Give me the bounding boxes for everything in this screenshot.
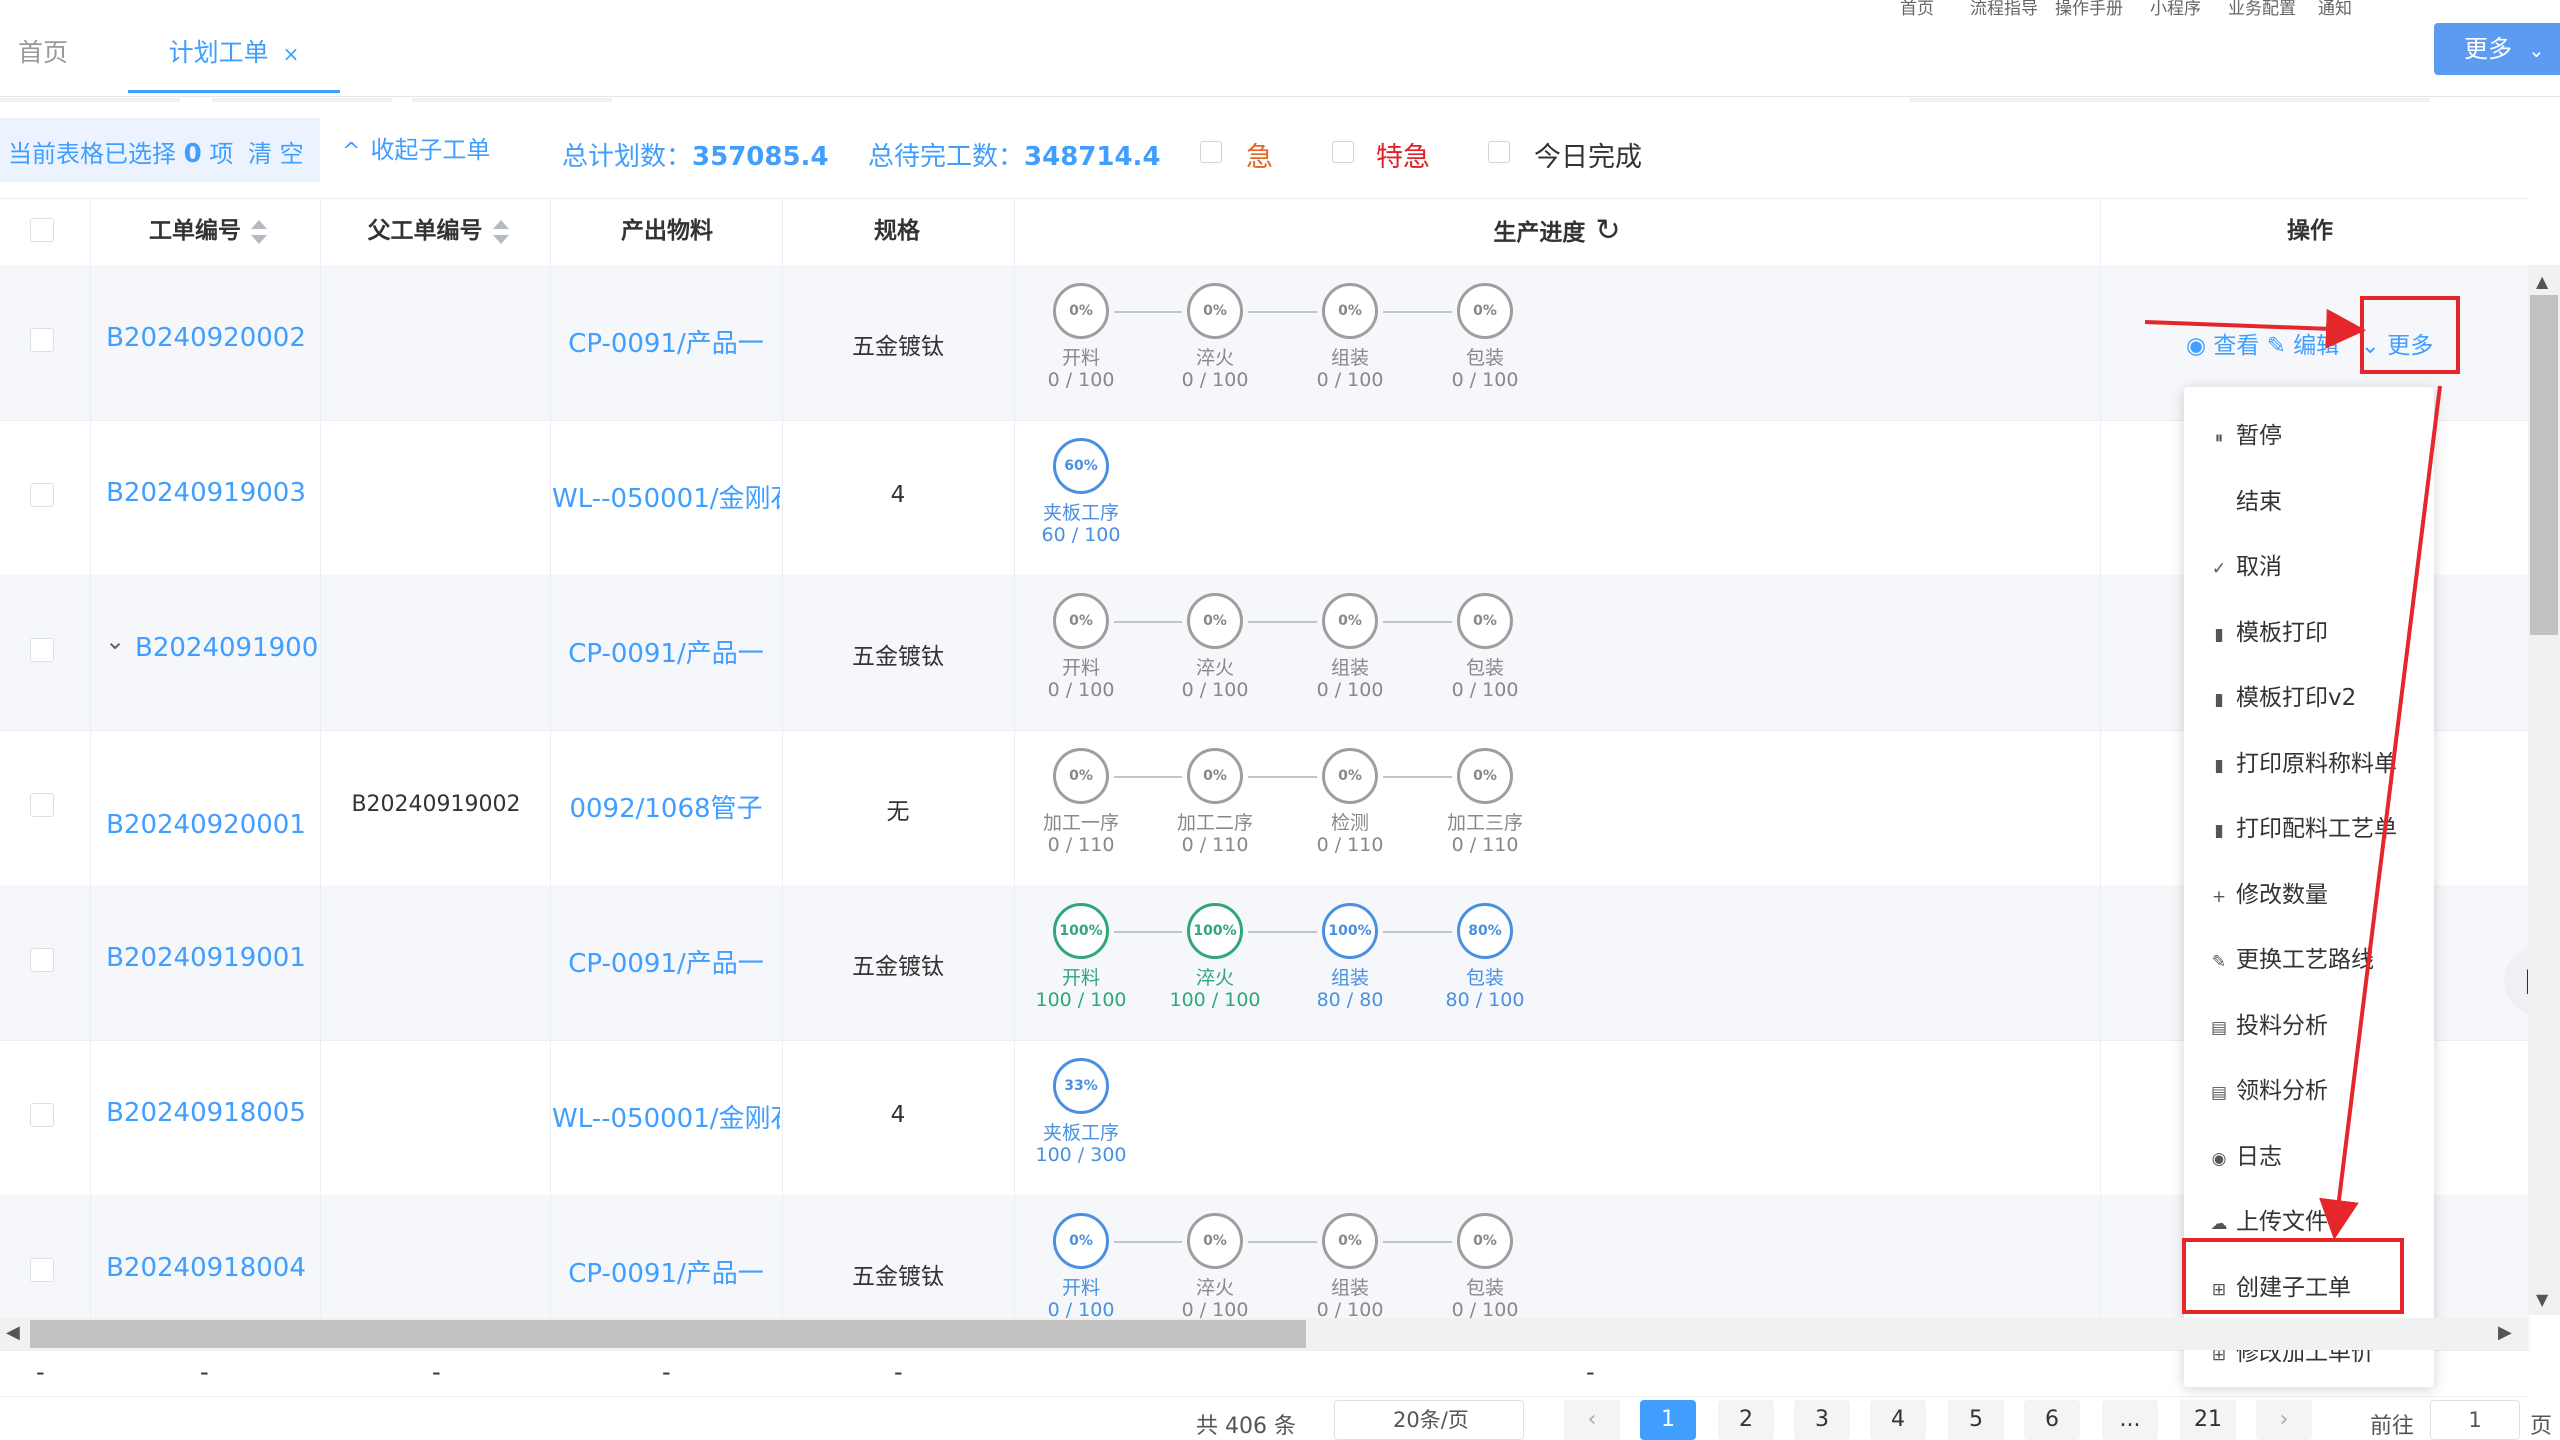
goto-page-input[interactable]: 1 (2430, 1400, 2520, 1440)
page-button[interactable]: 6 (2024, 1400, 2080, 1440)
page-button[interactable]: 1 (1640, 1400, 1696, 1440)
arrow-to-more (2144, 308, 2366, 349)
page-button[interactable]: 21 (2180, 1400, 2236, 1440)
arrow-to-create-sub-order (2319, 385, 2442, 1240)
scroll-right-arrow-icon[interactable]: ▶ (2498, 1322, 2512, 1343)
summary-cell: - (894, 1358, 903, 1386)
page-button[interactable]: 2 (1718, 1400, 1774, 1440)
summary-cell: - (662, 1358, 671, 1386)
scroll-left-arrow-icon[interactable]: ◀ (6, 1322, 20, 1343)
page-unit-label: 页 (2530, 1414, 2553, 1439)
summary-cell: - (432, 1358, 441, 1386)
page-button[interactable]: 3 (1794, 1400, 1850, 1440)
summary-row (0, 1352, 2528, 1397)
pagination-total: 共 406 条 (1196, 1414, 1296, 1439)
prev-page-button[interactable]: ‹ (1564, 1400, 1620, 1440)
horizontal-scroll-thumb[interactable] (30, 1320, 1306, 1348)
page-ellipsis[interactable]: ... (2102, 1400, 2158, 1440)
summary-cell: - (36, 1358, 45, 1386)
annotation-arrows (2144, 308, 2442, 1240)
summary-cell: - (200, 1358, 209, 1386)
goto-label: 前往 (2370, 1414, 2415, 1439)
page-button[interactable]: 5 (1948, 1400, 2004, 1440)
scroll-down-arrow-icon[interactable]: ▼ (2536, 1290, 2548, 1309)
page-size-select[interactable]: 20条/页 (1334, 1400, 1524, 1440)
page-button[interactable]: 4 (1870, 1400, 1926, 1440)
scroll-up-arrow-icon[interactable]: ▲ (2536, 272, 2548, 291)
next-page-button[interactable]: › (2256, 1400, 2312, 1440)
summary-cell: - (1586, 1358, 1595, 1386)
vertical-scroll-thumb[interactable] (2530, 295, 2558, 635)
